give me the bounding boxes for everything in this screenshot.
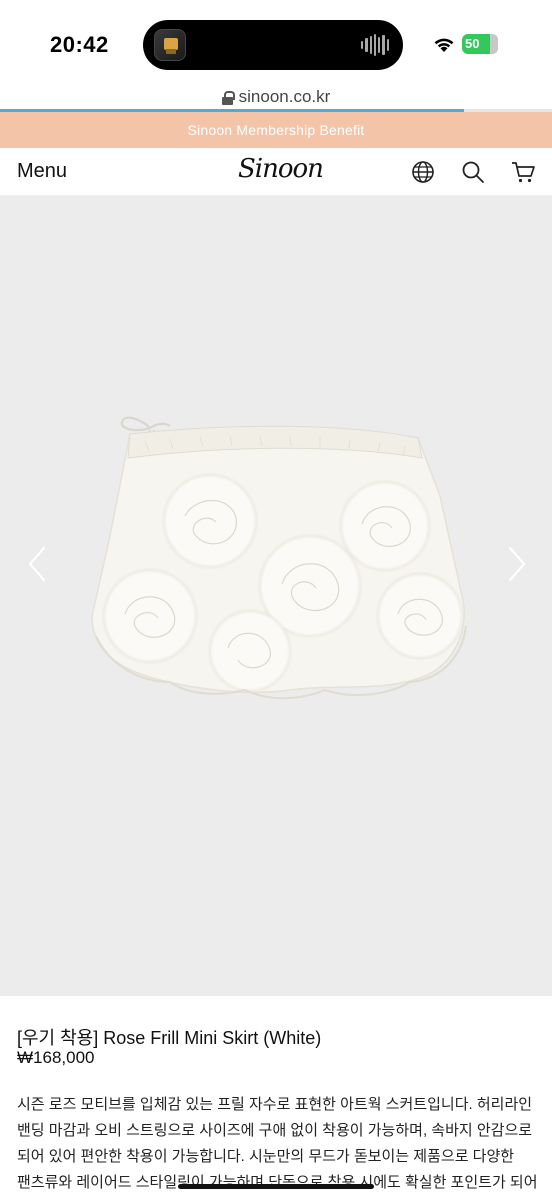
product-info: [우기 착용] Rose Frill Mini Skirt (White) ₩1… bbox=[0, 996, 552, 1200]
globe-icon[interactable] bbox=[410, 159, 436, 185]
site-header: Menu Sinoon bbox=[0, 148, 552, 196]
url-text: sinoon.co.kr bbox=[238, 87, 331, 106]
status-bar: 20:42 50 bbox=[0, 0, 552, 84]
membership-banner-text: Sinoon Membership Benefit bbox=[187, 122, 365, 138]
audio-waveform-icon bbox=[361, 34, 389, 56]
membership-banner[interactable]: Sinoon Membership Benefit bbox=[0, 112, 552, 148]
product-price: ₩168,000 bbox=[17, 1048, 95, 1067]
carousel-prev-arrow-icon[interactable] bbox=[24, 544, 50, 584]
search-icon[interactable] bbox=[460, 159, 486, 185]
home-indicator[interactable] bbox=[178, 1184, 374, 1189]
wifi-icon bbox=[434, 38, 454, 52]
cart-icon[interactable] bbox=[510, 159, 536, 185]
product-photo bbox=[91, 416, 467, 700]
site-logo[interactable]: Sinoon bbox=[238, 154, 324, 184]
battery-indicator: 50 bbox=[462, 34, 498, 54]
product-title: [우기 착용] Rose Frill Mini Skirt (White) bbox=[17, 1028, 322, 1048]
live-activity-app-icon bbox=[154, 29, 186, 61]
lock-icon bbox=[221, 90, 235, 105]
product-image-carousel[interactable] bbox=[0, 196, 552, 996]
dynamic-island[interactable] bbox=[143, 20, 403, 70]
menu-button[interactable]: Menu bbox=[17, 160, 67, 183]
carousel-next-arrow-icon[interactable] bbox=[504, 544, 530, 584]
address-bar[interactable]: sinoon.co.kr bbox=[0, 84, 552, 110]
status-time: 20:42 bbox=[50, 32, 109, 57]
